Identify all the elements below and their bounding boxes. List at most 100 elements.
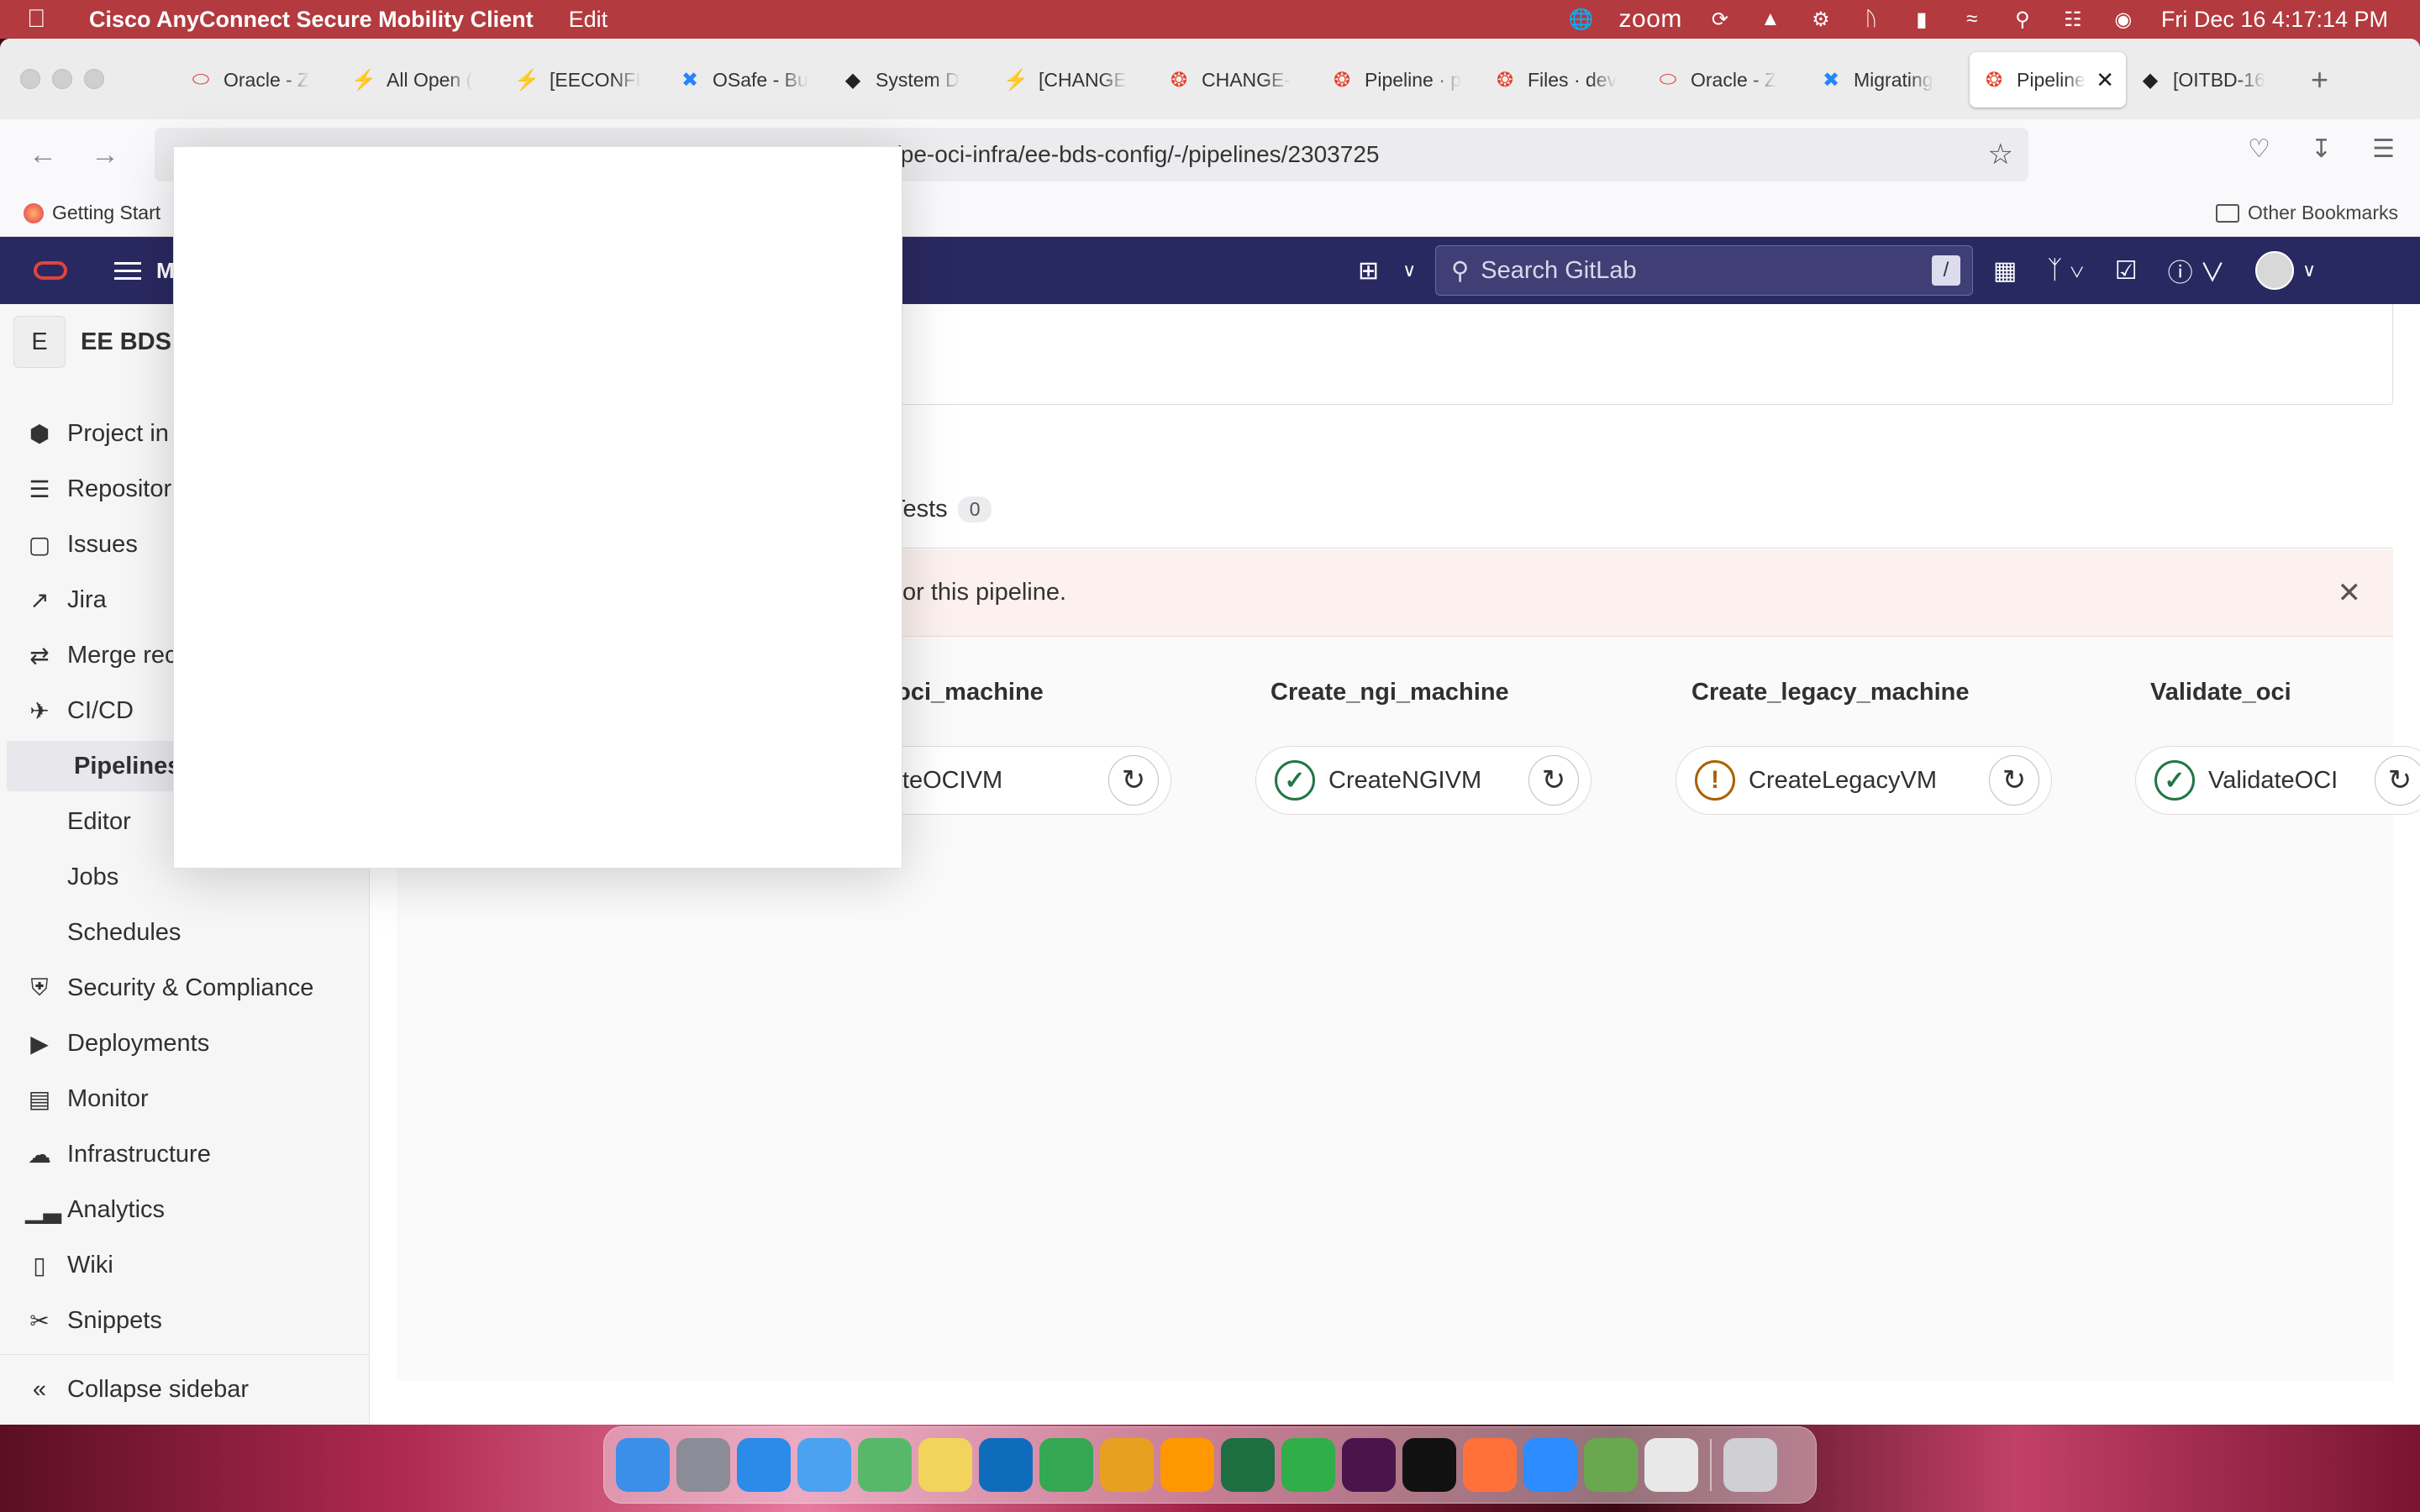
siri-icon[interactable]: ◉ [2111, 7, 2136, 32]
sync-icon[interactable]: ⟳ [1707, 7, 1733, 32]
close-window-button[interactable] [20, 69, 40, 89]
hamburger-menu-icon[interactable] [114, 257, 141, 285]
sidebar-item[interactable]: ✂ Snippets [0, 1295, 370, 1346]
avatar[interactable] [2254, 251, 2294, 290]
sidebar-item[interactable]: ☁ Infrastructure [0, 1129, 370, 1179]
excel-icon[interactable] [1221, 1438, 1275, 1492]
bookmark-label: Getting Start [52, 202, 161, 223]
close-icon[interactable]: ✕ [2338, 576, 2362, 610]
mail-icon[interactable] [797, 1438, 851, 1492]
terminal-icon[interactable] [1402, 1438, 1456, 1492]
retry-icon[interactable]: ↻ [2375, 755, 2420, 806]
sidebar-item-label: CI/CD [67, 696, 134, 724]
chevron-down-icon[interactable]: ∨ [2302, 260, 2316, 281]
plus-square-icon[interactable]: ⊞ [1358, 256, 1379, 286]
outlook-icon[interactable] [979, 1438, 1033, 1492]
bookmark-star-icon[interactable]: ☆ [1988, 138, 2013, 171]
project-header[interactable]: E EE BDS [13, 316, 171, 368]
control-center-icon[interactable]: ☷ [2060, 7, 2086, 32]
slack-icon[interactable] [1342, 1438, 1396, 1492]
browser-tab[interactable]: ❂ Pipeline · p [1318, 52, 1481, 108]
zoom-icon[interactable] [1523, 1438, 1577, 1492]
browser-tab[interactable]: ◆ System D [829, 52, 992, 108]
back-arrow-icon[interactable]: ← [29, 139, 62, 171]
retry-icon[interactable]: ↻ [1989, 755, 2039, 806]
sync-icon[interactable] [1281, 1438, 1335, 1492]
sidebar-item[interactable]: ▤ Monitor [0, 1074, 370, 1124]
menu-edit[interactable]: Edit [569, 7, 608, 33]
browser-tab[interactable]: ⬭ Oracle - Z [176, 52, 339, 108]
retry-icon[interactable]: ↻ [1108, 755, 1159, 806]
trash-icon[interactable] [1723, 1438, 1777, 1492]
retry-icon[interactable]: ↻ [1528, 755, 1579, 806]
project-name: EE BDS [81, 328, 171, 355]
help-icon[interactable]: ⓘ ∨ [2168, 252, 2225, 289]
sidebar-item-label: Jira [67, 585, 107, 613]
search-icon[interactable]: ⚲ [2010, 7, 2035, 32]
safari-icon[interactable] [737, 1438, 791, 1492]
collapse-sidebar-button[interactable]: « Collapse sidebar [0, 1354, 370, 1425]
anyconnect-icon[interactable] [1584, 1438, 1638, 1492]
job-pill[interactable]: reateOCIVM ↻ [867, 746, 1171, 815]
sidebar-item-label: Repositor [67, 475, 172, 502]
sidebar-item[interactable]: ▁▃ Analytics [0, 1184, 370, 1235]
battery-icon[interactable]: ▮ [1909, 7, 1934, 32]
blank-popup-window[interactable] [173, 146, 902, 869]
pocket-icon[interactable]: ♡ [2248, 134, 2270, 164]
browser-tab[interactable]: ⚡ [CHANGE [992, 52, 1155, 108]
browser-tab[interactable]: ⬭ Oracle - Z [1644, 52, 1807, 108]
minimize-window-button[interactable] [52, 69, 72, 89]
browser-tab[interactable]: ✖ Migrating [1807, 52, 1970, 108]
sidebar-item[interactable]: ⛨ Security & Compliance [0, 963, 370, 1013]
sidebar-item[interactable]: ▶ Deployments [0, 1018, 370, 1068]
bluetooth-icon[interactable]: ᚢ [1859, 7, 1884, 32]
job-pill[interactable]: ✓ ValidateOCI ↻ [2135, 746, 2420, 815]
sublime-icon[interactable] [1160, 1438, 1214, 1492]
oracle-logo-icon[interactable] [34, 261, 67, 280]
bookmark-getting-started[interactable]: Getting Start [24, 202, 160, 224]
main-menu-label[interactable]: M [156, 258, 175, 284]
sidebar-item-label: Wiki [67, 1251, 113, 1278]
forward-arrow-icon[interactable]: → [91, 139, 124, 171]
maximize-window-button[interactable] [84, 69, 104, 89]
textedit-icon[interactable] [1644, 1438, 1698, 1492]
browser-tab[interactable]: ❂ Files · dev [1481, 52, 1644, 108]
sidebar-item[interactable]: ▯ Wiki [0, 1240, 370, 1290]
wifi-icon[interactable]: ≈ [1960, 7, 1985, 32]
launchpad-icon[interactable] [676, 1438, 730, 1492]
zoom-menu-icon[interactable]: zoom [1619, 5, 1682, 34]
browser-tab[interactable]: ❂ CHANGE- [1155, 52, 1318, 108]
other-bookmarks[interactable]: Other Bookmarks [2216, 202, 2398, 224]
apple-icon[interactable]:  [27, 5, 66, 34]
globe-icon[interactable]: 🌐 [1569, 7, 1594, 32]
tab-bar: ⬭ Oracle - Z ⚡ All Open (⚡ [EECONFI ✖ OSafe - … [0, 39, 2420, 119]
maps-icon[interactable] [858, 1438, 912, 1492]
tiger-app-icon[interactable] [1100, 1438, 1154, 1492]
merge-request-icon[interactable]: ᛉ ∨ [2047, 256, 2084, 285]
job-pill[interactable]: ! CreateLegacyVM ↻ [1676, 746, 2052, 815]
firefox-icon[interactable] [1463, 1438, 1517, 1492]
browser-tab[interactable]: ⚡ [EECONFI [502, 52, 666, 108]
download-icon[interactable]: ↧ [2311, 134, 2332, 164]
browser-tab[interactable]: ✖ OSafe - Bu [666, 52, 829, 108]
browser-tab[interactable]: ⚡ All Open ( [339, 52, 502, 108]
vpn-icon[interactable]: ▲ [1758, 7, 1783, 32]
menu-icon[interactable]: ☰ [2372, 134, 2395, 164]
sidebar-item[interactable]: Schedules [0, 907, 370, 958]
gear-icon[interactable]: ⚙ [1808, 7, 1833, 32]
browser-tab[interactable]: ❂ Pipeline ✕ [1970, 52, 2126, 108]
browser-tab[interactable]: ◆ [OITBD-16 [2126, 52, 2289, 108]
new-tab-plus-icon[interactable]: + [2311, 62, 2328, 97]
tab-label: Pipeline · p [1365, 68, 1462, 91]
job-pill[interactable]: ✓ CreateNGIVM ↻ [1255, 746, 1591, 815]
chevron-down-icon[interactable]: ∨ [1402, 260, 1416, 281]
gitlab-search-input[interactable]: ⚲ Search GitLab / [1435, 245, 1973, 296]
chrome-icon[interactable] [1039, 1438, 1093, 1492]
notes-icon[interactable] [918, 1438, 972, 1492]
close-tab-icon[interactable]: ✕ [2096, 67, 2114, 93]
todo-check-icon[interactable]: ☑ [2115, 256, 2138, 286]
menubar-clock[interactable]: Fri Dec 16 4:17:14 PM [2161, 7, 2388, 33]
finder-icon[interactable] [616, 1438, 670, 1492]
active-app-name[interactable]: Cisco AnyConnect Secure Mobility Client [89, 7, 534, 33]
issues-icon[interactable]: ▦ [1993, 256, 2017, 286]
